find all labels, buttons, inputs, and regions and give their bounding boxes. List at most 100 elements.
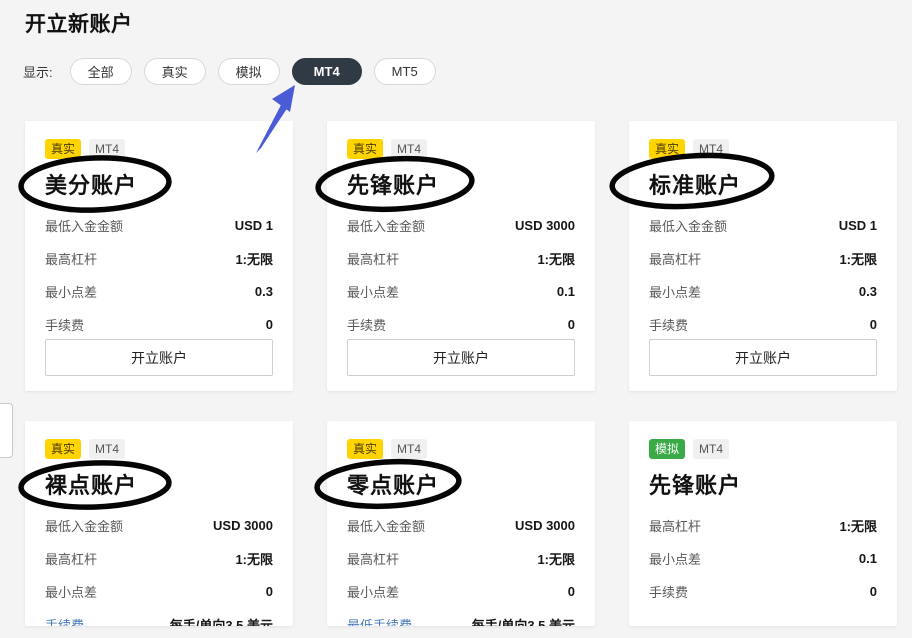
filter-pill-label: 真实 (162, 62, 188, 81)
spec-row: 最低入金金额 USD 3000 (347, 209, 575, 242)
badge-row: 真实 MT4 (347, 439, 575, 459)
spec-value: 1:无限 (839, 516, 877, 535)
spec-row: 最小点差 0 (45, 575, 273, 608)
account-title: 裸点账户 (45, 468, 273, 500)
spec-label: 最低入金金额 (45, 516, 123, 535)
platform-badge: MT4 (391, 439, 427, 459)
spec-row: 手续费 0 (649, 308, 877, 341)
spec-row: 最小点差 0.3 (45, 275, 273, 308)
spec-row: 最小点差 0.1 (649, 542, 877, 575)
spec-value: 1:无限 (235, 549, 273, 568)
filter-pill-全部[interactable]: 全部 (70, 58, 132, 85)
spec-label: 手续费 (347, 315, 386, 334)
spec-row: 最高杠杆 1:无限 (45, 542, 273, 575)
spec-label: 最小点差 (45, 282, 97, 301)
spec-label: 最低入金金额 (347, 516, 425, 535)
spec-row: 最低入金金额 USD 3000 (45, 509, 273, 542)
spec-value: 每手/单向3.5 美元 (472, 615, 575, 626)
spec-value: 0 (266, 584, 273, 599)
spec-label: 最小点差 (45, 582, 97, 601)
account-card: 真实 MT4 标准账户 最低入金金额 USD 1 最高杠杆 1:无限 最小点差 … (629, 121, 897, 391)
spec-rows: 最低入金金额 USD 1 最高杠杆 1:无限 最小点差 0.3 手续费 0 (45, 209, 273, 341)
badge-row: 真实 MT4 (45, 139, 273, 159)
spec-row: 最高杠杆 1:无限 (347, 542, 575, 575)
spec-value: 0.1 (557, 284, 575, 299)
spec-rows: 最低入金金额 USD 3000 最高杠杆 1:无限 最小点差 0 手续费 每手/… (45, 509, 273, 626)
spec-value: USD 1 (235, 218, 273, 233)
spec-value: 0 (266, 317, 273, 332)
platform-badge: MT4 (693, 439, 729, 459)
spec-label-link[interactable]: 最低手续费 (347, 615, 412, 626)
account-type-badge: 真实 (347, 439, 383, 459)
spec-row: 最小点差 0.3 (649, 275, 877, 308)
spec-value: 1:无限 (839, 249, 877, 268)
spec-row: 手续费 0 (347, 308, 575, 341)
account-type-badge: 模拟 (649, 439, 685, 459)
spec-label: 最高杠杆 (649, 249, 701, 268)
account-card: 真实 MT4 美分账户 最低入金金额 USD 1 最高杠杆 1:无限 最小点差 … (25, 121, 293, 391)
spec-value: 0 (568, 584, 575, 599)
spec-row: 最低入金金额 USD 1 (45, 209, 273, 242)
spec-value: USD 3000 (515, 518, 575, 533)
account-title: 先锋账户 (347, 168, 575, 200)
filter-pill-group: 全部 真实 模拟 MT4 MT5 (70, 58, 448, 85)
badge-row: 模拟 MT4 (649, 439, 877, 459)
spec-label: 手续费 (649, 582, 688, 601)
account-type-badge: 真实 (45, 139, 81, 159)
badge-row: 真实 MT4 (347, 139, 575, 159)
spec-rows: 最低入金金额 USD 3000 最高杠杆 1:无限 最小点差 0.1 手续费 0 (347, 209, 575, 341)
spec-label: 最小点差 (649, 549, 701, 568)
spec-row: 手续费 0 (649, 575, 877, 608)
spec-row: 最高杠杆 1:无限 (347, 242, 575, 275)
platform-badge: MT4 (391, 139, 427, 159)
account-card: 模拟 MT4 先锋账户 最高杠杆 1:无限 最小点差 0.1 手续费 0 (629, 421, 897, 626)
account-type-badge: 真实 (45, 439, 81, 459)
spec-row: 最高杠杆 1:无限 (649, 509, 877, 542)
spec-value: 1:无限 (537, 549, 575, 568)
platform-badge: MT4 (89, 439, 125, 459)
account-type-badge: 真实 (347, 139, 383, 159)
filter-pill-mt5[interactable]: MT5 (374, 58, 436, 85)
platform-badge: MT4 (89, 139, 125, 159)
open-account-button[interactable]: 开立账户 (649, 339, 877, 376)
spec-value: 1:无限 (235, 249, 273, 268)
spec-row: 手续费 每手/单向3.5 美元 (45, 608, 273, 626)
spec-label: 最高杠杆 (649, 516, 701, 535)
spec-row: 最高杠杆 1:无限 (649, 242, 877, 275)
filter-pill-label: 模拟 (236, 62, 262, 81)
filter-pill-mt4[interactable]: MT4 (292, 58, 362, 85)
spec-label: 最低入金金额 (649, 216, 727, 235)
spec-value: 0.3 (255, 284, 273, 299)
spec-label: 最小点差 (347, 282, 399, 301)
spec-row: 最低手续费 每手/单向3.5 美元 (347, 608, 575, 626)
spec-label: 最高杠杆 (347, 549, 399, 568)
filter-pill-模拟[interactable]: 模拟 (218, 58, 280, 85)
spec-value: 0 (568, 317, 575, 332)
spec-label: 最低入金金额 (347, 216, 425, 235)
filter-pill-真实[interactable]: 真实 (144, 58, 206, 85)
spec-value: 1:无限 (537, 249, 575, 268)
filter-label: 显示: (23, 62, 53, 81)
clipped-card-edge (0, 403, 13, 458)
spec-row: 最高杠杆 1:无限 (45, 242, 273, 275)
filter-pill-label: 全部 (88, 62, 114, 81)
spec-label-link[interactable]: 手续费 (45, 615, 84, 626)
account-title: 美分账户 (45, 168, 273, 200)
spec-value: USD 1 (839, 218, 877, 233)
spec-rows: 最低入金金额 USD 3000 最高杠杆 1:无限 最小点差 0 最低手续费 每… (347, 509, 575, 626)
account-title: 标准账户 (649, 168, 877, 200)
page-title: 开立新账户 (25, 8, 133, 38)
spec-value: USD 3000 (213, 518, 273, 533)
badge-row: 真实 MT4 (649, 139, 877, 159)
spec-label: 最高杠杆 (45, 249, 97, 268)
open-account-button[interactable]: 开立账户 (347, 339, 575, 376)
account-card: 真实 MT4 裸点账户 最低入金金额 USD 3000 最高杠杆 1:无限 最小… (25, 421, 293, 626)
spec-value: 0 (870, 317, 877, 332)
filter-pill-label: MT4 (314, 64, 340, 79)
spec-label: 最低入金金额 (45, 216, 123, 235)
open-account-button[interactable]: 开立账户 (45, 339, 273, 376)
spec-label: 最高杠杆 (45, 549, 97, 568)
platform-badge: MT4 (693, 139, 729, 159)
filter-row: 显示: 全部 真实 模拟 MT4 MT5 (23, 58, 448, 85)
account-title: 先锋账户 (649, 468, 877, 500)
